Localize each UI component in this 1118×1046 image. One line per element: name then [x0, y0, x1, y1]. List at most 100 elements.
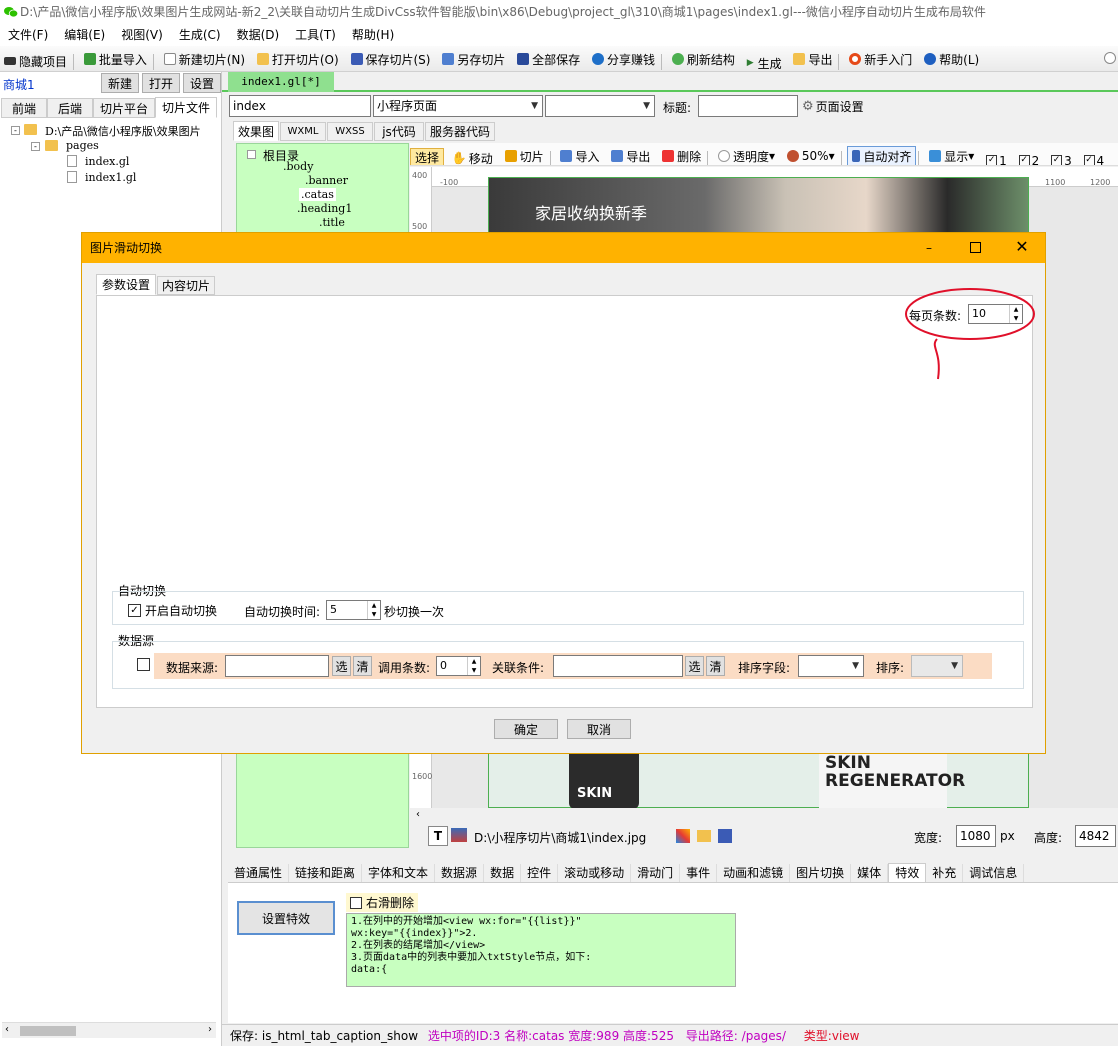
scroll-left-icon[interactable]: ‹ [416, 809, 420, 820]
export-tool[interactable]: 导出 [607, 144, 654, 165]
check-2[interactable]: ✓ 2 [1015, 149, 1044, 165]
menu-help[interactable]: 帮助(H) [344, 24, 402, 46]
datasource-checkbox[interactable] [137, 658, 150, 671]
maximize-icon[interactable] [970, 242, 981, 253]
doc-tab[interactable]: index1.gl[*] [228, 72, 334, 92]
text-tool-icon[interactable]: T [428, 826, 448, 846]
dom-heading1[interactable]: .heading1 [297, 202, 352, 215]
tab-slice-platform[interactable]: 切片平台 [93, 98, 155, 118]
image-icon[interactable] [451, 828, 467, 842]
dom-title[interactable]: .title [319, 216, 345, 229]
page-name-input[interactable]: index [229, 95, 371, 117]
import-tool[interactable]: 导入 [556, 144, 603, 165]
tab-wxss[interactable]: WXSS [327, 122, 373, 141]
spin-arrows-icon[interactable]: ▲ ▼ [467, 657, 480, 675]
tab-general[interactable]: 普通属性 [228, 864, 290, 882]
save-as-button[interactable]: 另存切片 [438, 47, 509, 71]
check-1[interactable]: ✓ 1 [982, 149, 1011, 165]
tab-effect[interactable]: 效果图 [233, 121, 279, 141]
help-button[interactable]: 帮助(L) [920, 47, 983, 71]
page-type-select[interactable]: 小程序页面 ▼ [373, 95, 543, 117]
menu-edit[interactable]: 编辑(E) [56, 24, 113, 46]
new-slice-button[interactable]: 新建切片(N) [160, 47, 249, 71]
relation-clear-button[interactable]: 清 [706, 656, 725, 676]
scroll-thumb[interactable] [20, 1026, 76, 1036]
sort-field-select[interactable]: ▼ [798, 655, 864, 677]
datasource-select-button[interactable]: 选 [332, 656, 351, 676]
width-input[interactable]: 1080 [956, 825, 996, 847]
tab-js[interactable]: js代码 [374, 122, 424, 141]
dom-banner[interactable]: .banner [305, 174, 348, 187]
check-4[interactable]: ✓ 4 [1080, 149, 1109, 165]
canvas-hscroll[interactable]: ‹ [412, 808, 1118, 824]
folder-icon[interactable] [697, 830, 711, 842]
ok-button[interactable]: 确定 [494, 719, 558, 739]
beginner-button[interactable]: 新手入门 [845, 47, 916, 71]
tab-slice-files[interactable]: 切片文件 [155, 97, 217, 118]
auto-switch-checkbox[interactable]: ✓ 开启自动切换 [128, 602, 217, 619]
tab-link-distance[interactable]: 链接和距离 [289, 864, 363, 882]
tree-pages[interactable]: pages [66, 139, 99, 152]
tab-image-switch[interactable]: 图片切换 [790, 864, 852, 882]
page-subtype-select[interactable]: ▼ [545, 95, 655, 117]
tab-supplement[interactable]: 补充 [926, 864, 964, 882]
toolbar-collapse-icon[interactable] [1104, 52, 1116, 64]
relation-input[interactable] [553, 655, 683, 677]
tab-frontend[interactable]: 前端 [1, 98, 47, 118]
tab-wxml[interactable]: WXML [280, 122, 326, 141]
tab-effects[interactable]: 特效 [888, 863, 927, 882]
menu-file[interactable]: 文件(F) [0, 24, 56, 46]
batch-import-button[interactable]: 批量导入 [80, 47, 151, 71]
tree-file-index[interactable]: index.gl [85, 155, 129, 168]
datasource-input[interactable] [225, 655, 329, 677]
tab-events[interactable]: 事件 [680, 864, 718, 882]
relation-select-button[interactable]: 选 [685, 656, 704, 676]
slice-tool[interactable]: 切片 [501, 144, 548, 165]
close-icon[interactable]: ✕ [1014, 238, 1030, 256]
refresh-structure-button[interactable]: 刷新结构 [668, 47, 739, 71]
tab-media[interactable]: 媒体 [851, 864, 889, 882]
swipe-delete-checkbox[interactable]: 右滑删除 [346, 893, 419, 912]
delete-tool[interactable]: 删除 [658, 144, 705, 165]
tree-expand-icon[interactable]: - [11, 126, 20, 135]
dom-body[interactable]: .body [283, 160, 313, 173]
height-input[interactable]: 4842 [1075, 825, 1116, 847]
tree-file-index1[interactable]: index1.gl [85, 171, 136, 184]
minimize-icon[interactable]: – [922, 241, 936, 255]
check-3[interactable]: ✓ 3 [1047, 149, 1076, 165]
tab-sliding-door[interactable]: 滑动门 [631, 864, 681, 882]
menu-view[interactable]: 视图(V) [113, 24, 171, 46]
tab-font-text[interactable]: 字体和文本 [362, 864, 436, 882]
tab-params[interactable]: 参数设置 [96, 274, 156, 295]
scroll-right-icon[interactable]: › [208, 1024, 212, 1035]
settings-button[interactable]: 设置 [183, 73, 221, 93]
save-all-button[interactable]: 全部保存 [513, 47, 584, 71]
share-earn-button[interactable]: 分享赚钱 [588, 47, 659, 71]
datasource-clear-button[interactable]: 清 [353, 656, 372, 676]
tab-data[interactable]: 数据 [484, 864, 522, 882]
title-input[interactable] [698, 95, 798, 117]
page-settings-button[interactable]: ⚙ 页面设置 [802, 98, 864, 115]
new-button[interactable]: 新建 [101, 73, 139, 93]
menu-generate[interactable]: 生成(C) [171, 24, 229, 46]
effect-code-box[interactable]: 1.在列中的开始增加<view wx:for="{{list}}" wx:key… [346, 913, 736, 987]
auto-time-spinner[interactable]: 5 ▲ ▼ [326, 600, 381, 620]
left-scrollbar[interactable]: ‹ › [2, 1022, 216, 1038]
tree-expand-icon[interactable] [247, 150, 256, 159]
menu-tools[interactable]: 工具(T) [287, 24, 344, 46]
banner-image[interactable]: 家居收纳换新季 [488, 177, 1029, 233]
open-slice-button[interactable]: 打开切片(O) [253, 47, 343, 71]
display-dropdown[interactable]: 显示 ▾ [925, 144, 978, 165]
zoom-dropdown[interactable]: 50% ▾ [783, 144, 839, 165]
select-tool[interactable]: 选择 [410, 147, 445, 165]
dom-catas[interactable]: .catas [299, 188, 336, 201]
export-button[interactable]: 导出 [789, 47, 836, 71]
tab-controls[interactable]: 控件 [521, 864, 559, 882]
hide-project-button[interactable]: 隐藏项目 [0, 49, 71, 73]
tab-content-slices[interactable]: 内容切片 [157, 276, 215, 295]
tab-debug[interactable]: 调试信息 [963, 864, 1025, 882]
logo-icon[interactable] [676, 829, 690, 843]
tree-root[interactable]: D:\产品\微信小程序版\效果图片 [45, 123, 217, 139]
call-count-spinner[interactable]: 0 ▲ ▼ [436, 656, 481, 676]
spin-arrows-icon[interactable]: ▲ ▼ [367, 601, 380, 619]
